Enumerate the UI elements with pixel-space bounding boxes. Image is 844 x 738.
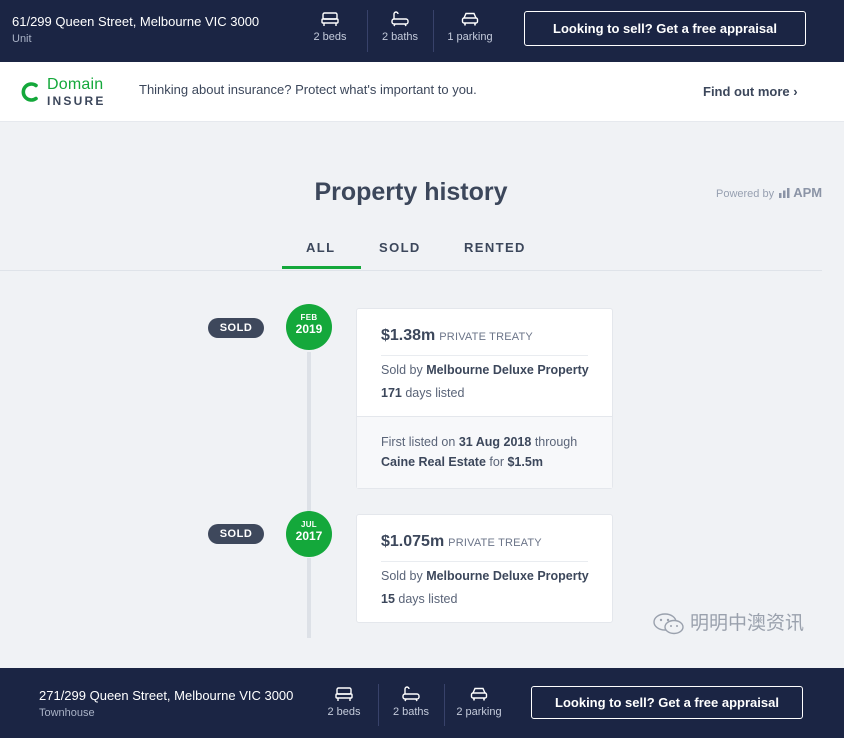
date-year: 2019 bbox=[295, 322, 323, 336]
bath-icon bbox=[402, 686, 420, 702]
parking-feature: 2 parking bbox=[448, 686, 510, 718]
sold-by-line: Sold by Melbourne Deluxe Property bbox=[381, 363, 589, 377]
beds-label: 2 beds bbox=[327, 706, 361, 718]
feature-divider bbox=[433, 10, 434, 52]
car-icon bbox=[470, 687, 488, 701]
apm-bars-icon bbox=[779, 188, 790, 198]
tab-sold[interactable]: SOLD bbox=[379, 240, 421, 255]
listing-type: Townhouse bbox=[39, 707, 95, 719]
first-listed-section: First listed on 31 Aug 2018 through Cain… bbox=[357, 416, 612, 488]
baths-feature: 2 baths bbox=[380, 686, 442, 718]
car-icon bbox=[461, 12, 479, 26]
date-month: FEB bbox=[300, 313, 318, 322]
status-badge: SOLD bbox=[208, 524, 264, 544]
days-listed-count: 15 bbox=[381, 592, 395, 606]
bath-icon bbox=[391, 11, 409, 27]
powered-by-brand: APM bbox=[793, 185, 823, 200]
date-year: 2017 bbox=[295, 529, 323, 543]
baths-label: 2 baths bbox=[381, 31, 419, 43]
parking-label: 1 parking bbox=[447, 31, 493, 43]
wechat-watermark: 明明中澳资讯 bbox=[652, 608, 804, 636]
feature-divider bbox=[444, 684, 445, 726]
logo-word-insure: INSURE bbox=[47, 94, 106, 108]
days-listed-label: days listed bbox=[405, 386, 465, 400]
days-listed-line: 171 days listed bbox=[381, 386, 464, 400]
property-history-section: Property history Powered by APM ALL SOLD… bbox=[0, 122, 844, 668]
agent-name[interactable]: Melbourne Deluxe Property bbox=[426, 569, 589, 583]
timeline-date-marker: JUL 2017 bbox=[286, 511, 332, 557]
sale-price-value: $1.075m bbox=[381, 533, 445, 550]
powered-by-label: Powered by bbox=[716, 188, 775, 200]
first-listed-agency-line: Caine Real Estate for $1.5m bbox=[381, 455, 543, 469]
first-listed-price: $1.5m bbox=[507, 455, 543, 469]
first-listed-date: 31 Aug 2018 bbox=[458, 435, 532, 449]
find-out-more-link[interactable]: Find out more › bbox=[703, 84, 798, 99]
timeline-line bbox=[307, 558, 311, 638]
listing-type: Unit bbox=[12, 33, 32, 45]
watermark-text: 明明中澳资讯 bbox=[690, 613, 805, 634]
baths-label: 2 baths bbox=[392, 706, 430, 718]
parking-label: 2 parking bbox=[456, 706, 502, 718]
feature-divider bbox=[378, 684, 379, 726]
history-tabs: ALL SOLD RENTED bbox=[0, 232, 822, 271]
bed-icon bbox=[321, 12, 339, 26]
sale-price-value: $1.38m bbox=[381, 327, 436, 344]
top-listing-bar: 61/299 Queen Street, Melbourne VIC 3000 … bbox=[0, 0, 844, 62]
agent-name[interactable]: Melbourne Deluxe Property bbox=[426, 363, 589, 377]
wechat-icon bbox=[653, 613, 684, 635]
tab-all[interactable]: ALL bbox=[281, 240, 363, 269]
listing-address[interactable]: 61/299 Queen Street, Melbourne VIC 3000 bbox=[12, 14, 259, 29]
powered-by: Powered by APM bbox=[716, 185, 822, 200]
sold-by-line: Sold by Melbourne Deluxe Property bbox=[381, 569, 589, 583]
timeline-line bbox=[307, 352, 311, 512]
status-badge: SOLD bbox=[208, 318, 264, 338]
baths-feature: 2 baths bbox=[369, 11, 431, 43]
first-listed-prefix: First listed on bbox=[381, 435, 456, 449]
card-divider bbox=[381, 355, 588, 356]
days-listed-count: 171 bbox=[381, 386, 402, 400]
domain-insure-logo-icon bbox=[21, 82, 38, 102]
first-listed-agency[interactable]: Caine Real Estate bbox=[381, 455, 486, 469]
domain-insure-logo[interactable]: Domain INSURE bbox=[20, 76, 110, 110]
listing-address[interactable]: 271/299 Queen Street, Melbourne VIC 3000 bbox=[39, 688, 293, 703]
free-appraisal-button[interactable]: Looking to sell? Get a free appraisal bbox=[524, 11, 806, 46]
beds-feature: 2 beds bbox=[313, 686, 375, 718]
insurance-message: Thinking about insurance? Protect what's… bbox=[139, 82, 477, 97]
feature-divider bbox=[367, 10, 368, 52]
first-listed-line: First listed on 31 Aug 2018 through bbox=[381, 435, 577, 449]
history-card: $1.075m PRIVATE TREATY Sold by Melbourne … bbox=[356, 514, 613, 623]
beds-label: 2 beds bbox=[313, 31, 347, 43]
sale-method: PRIVATE TREATY bbox=[439, 331, 533, 343]
tab-rented[interactable]: RENTED bbox=[464, 240, 526, 255]
beds-feature: 2 beds bbox=[299, 11, 361, 43]
card-divider bbox=[381, 561, 588, 562]
sale-price: $1.38m PRIVATE TREATY bbox=[381, 327, 533, 345]
sold-by-prefix: Sold by bbox=[381, 363, 423, 377]
parking-feature: 1 parking bbox=[439, 11, 501, 43]
page-title: Property history bbox=[314, 178, 508, 206]
logo-word-domain: Domain bbox=[47, 76, 104, 93]
days-listed-line: 15 days listed bbox=[381, 592, 457, 606]
sold-by-prefix: Sold by bbox=[381, 569, 423, 583]
free-appraisal-button[interactable]: Looking to sell? Get a free appraisal bbox=[531, 686, 803, 719]
insurance-banner: Domain INSURE Thinking about insurance? … bbox=[0, 62, 844, 122]
history-card: $1.38m PRIVATE TREATY Sold by Melbourne D… bbox=[356, 308, 613, 489]
timeline-date-marker: FEB 2019 bbox=[286, 304, 332, 350]
days-listed-label: days listed bbox=[398, 592, 458, 606]
first-listed-through: through bbox=[534, 435, 578, 449]
first-listed-for: for bbox=[489, 455, 504, 469]
sale-method: PRIVATE TREATY bbox=[448, 537, 542, 549]
bottom-listing-bar: 271/299 Queen Street, Melbourne VIC 3000… bbox=[0, 668, 844, 738]
bed-icon bbox=[335, 687, 353, 701]
date-month: JUL bbox=[300, 520, 317, 529]
sale-price: $1.075m PRIVATE TREATY bbox=[381, 533, 542, 551]
